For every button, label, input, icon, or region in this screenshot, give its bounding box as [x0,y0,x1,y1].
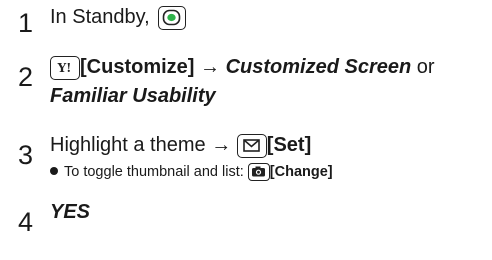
step-number: 1 [18,8,34,38]
bullet-note: To toggle thumbnail and list: [Change] [50,161,333,183]
menu-change: [Change] [269,164,333,180]
step-text: In Standby, [50,6,150,28]
camera-key-icon [247,163,270,182]
step-instruction: In Standby, [50,3,187,31]
option-familiar-usability: Familiar Usability [50,85,216,107]
bullet-text: To toggle thumbnail and list: [64,164,244,180]
option-customized-screen: Customized Screen [225,56,412,78]
step-number: 2 [18,62,34,92]
or-text: or [416,56,435,78]
step-instruction-cont: Familiar Usability [50,82,216,110]
step-instruction: Highlight a theme → [Set] [50,131,311,159]
menu-customize: [Customize] [80,56,195,78]
mail-key-icon [236,133,267,158]
center-select-key-icon [158,5,187,30]
bullet-icon [50,167,58,175]
svg-text:Y!: Y! [57,61,72,75]
option-yes: YES [50,201,91,223]
arrow: → [211,134,232,156]
yahoo-key-icon: Y! [50,55,80,80]
arrow: → [200,56,221,78]
step-instruction: Y! [Customize] → Customized Screen or [50,53,435,81]
step-text: Highlight a theme [50,134,206,156]
step-number: 3 [18,140,34,170]
step-number: 4 [18,207,34,237]
step-instruction: YES [50,198,90,226]
menu-set: [Set] [266,134,312,156]
